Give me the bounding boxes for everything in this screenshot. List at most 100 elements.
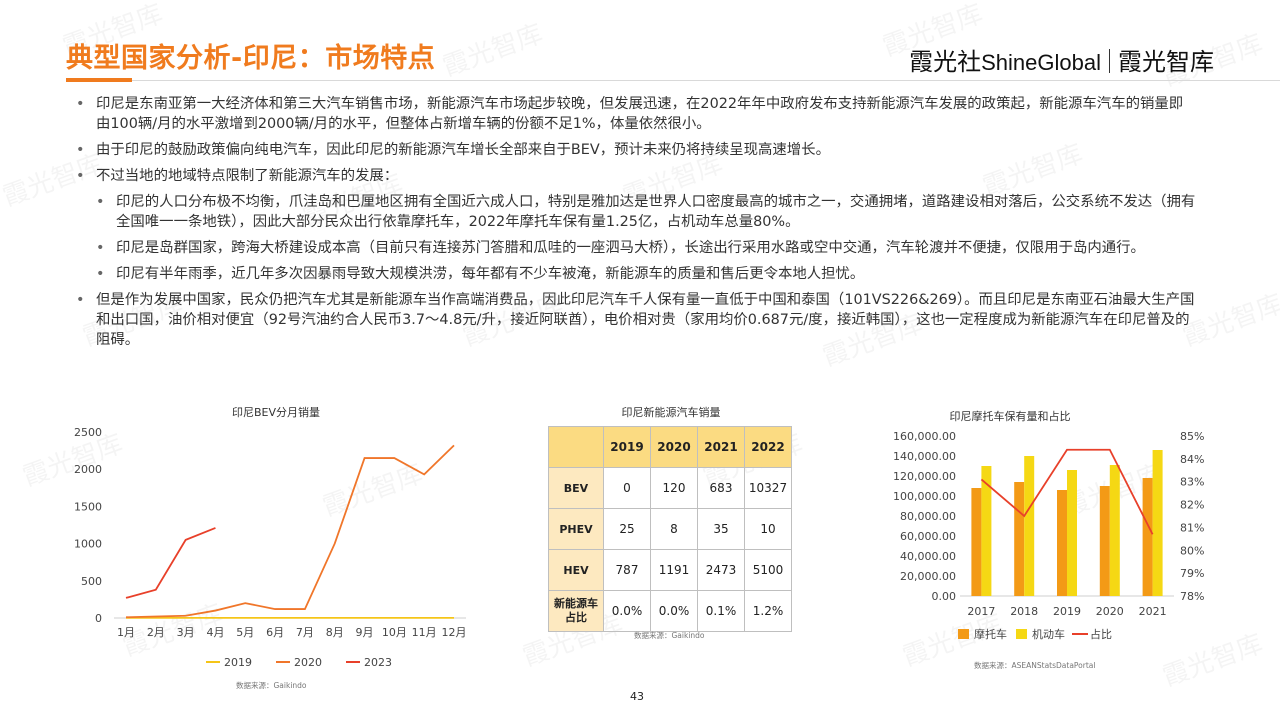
table-row-header: BEV <box>548 467 604 509</box>
bar-摩托车 <box>1099 486 1110 596</box>
legend-swatch <box>1016 629 1027 639</box>
page-title: 典型国家分析-印尼：市场特点 <box>66 43 436 74</box>
x-tick-label: 2018 <box>1010 605 1038 618</box>
bar-摩托车 <box>1014 482 1025 596</box>
nev-sales-table: 2019 2020 2021 2022 BEV 0 120 683 10327 PHEV 25 8 35… <box>548 426 792 632</box>
x-tick-label: 7月 <box>296 626 314 639</box>
table-cell: 25 <box>603 508 651 550</box>
nev-sales-table-block: 印尼新能源汽车销量 2019 2020 2021 2022 BEV 0 120 683 1032… <box>548 400 798 650</box>
y2-tick-label: 78% <box>1180 590 1204 603</box>
legend-label: 机动车 <box>1032 627 1065 641</box>
y-tick-label: 0.00 <box>932 590 957 603</box>
chart-title: 印尼摩托车保有量和占比 <box>949 410 1071 423</box>
table-cell: 0 <box>603 467 651 509</box>
table-row-header: HEV <box>548 549 604 591</box>
x-tick-label: 1月 <box>117 626 135 639</box>
chart-source: 数据来源：Gaikindo <box>236 681 307 690</box>
brand-cn: 霞光社 <box>909 48 982 76</box>
bar-机动车 <box>981 466 992 596</box>
y-tick-label: 80,000.00 <box>900 510 956 523</box>
y-tick-label: 40,000.00 <box>900 550 956 563</box>
bullet-2: 由于印尼的鼓励政策偏向纯电汽车，因此印尼的新能源汽车增长全部来自于BEV，预计未… <box>76 140 1196 160</box>
motorcycle-chart: 印尼摩托车保有量和占比 0.00 20,000.00 40,000.00 60,000… <box>860 400 1220 680</box>
table-row: BEV 0 120 683 10327 <box>548 467 792 509</box>
y-tick-label: 1000 <box>74 538 102 551</box>
bar-摩托车 <box>971 488 982 596</box>
table-cell: 35 <box>697 508 745 550</box>
y-tick-label: 2500 <box>74 426 102 439</box>
table-column-header: 2019 <box>603 426 651 468</box>
bar-机动车 <box>1152 450 1163 596</box>
table-header-row: 2019 2020 2021 2022 <box>548 426 792 468</box>
x-tick-label: 12月 <box>442 626 467 639</box>
bar-机动车 <box>1024 456 1035 596</box>
table-corner-cell <box>548 426 604 468</box>
x-tick-label: 2019 <box>1053 605 1081 618</box>
x-tick-label: 6月 <box>266 626 284 639</box>
bar-机动车 <box>1109 465 1120 596</box>
bullet-1: 印尼是东南亚第一大经济体和第三大汽车销售市场，新能源汽车市场起步较晚，但发展迅速… <box>76 94 1196 134</box>
table-source: 数据来源：Gaikindo <box>634 631 705 640</box>
x-tick-label: 8月 <box>326 626 344 639</box>
table-cell: 787 <box>603 549 651 591</box>
legend-label: 摩托车 <box>974 627 1007 641</box>
table-row-header: PHEV <box>548 508 604 550</box>
y2-tick-label: 83% <box>1180 476 1204 489</box>
table-row: PHEV 25 8 35 10 <box>548 508 792 550</box>
y-tick-label: 2000 <box>74 463 102 476</box>
bev-monthly-chart: 印尼BEV分月销量 0 500 1000 1500 2000 2500 1月 2月 3月 4月 5月… <box>66 400 486 700</box>
table-cell: 120 <box>650 467 698 509</box>
x-tick-label: 2021 <box>1139 605 1167 618</box>
x-tick-label: 2020 <box>1096 605 1124 618</box>
table-cell: 0.0% <box>650 590 698 632</box>
legend-swatch <box>958 629 969 639</box>
chart-title: 印尼BEV分月销量 <box>231 406 321 419</box>
chart-source: 数据来源：ASEANStatsDataPortal <box>974 661 1096 670</box>
table-cell: 10 <box>744 508 792 550</box>
table-column-header: 2021 <box>697 426 745 468</box>
y2-tick-label: 84% <box>1180 453 1204 466</box>
table-cell: 5100 <box>744 549 792 591</box>
bar-机动车 <box>1067 470 1077 596</box>
table-row: 新能源车占比 0.0% 0.0% 0.1% 1.2% <box>548 590 792 632</box>
bullet-4: 但是作为发展中国家，民众仍把汽车尤其是新能源车当作高端消费品，因此印尼汽车千人保… <box>76 290 1196 350</box>
bar-摩托车 <box>1142 478 1153 596</box>
sub-bullet-1: 印尼的人口分布极不均衡，爪洼岛和巴厘地区拥有全国近六成人口，特别是雅加达是世界人… <box>96 192 1196 232</box>
series-line-2020 <box>125 444 455 619</box>
brand-right: 霞光智库 <box>1118 48 1214 76</box>
bullet-3: 不过当地的地域特点限制了新能源汽车的发展： <box>76 166 1196 186</box>
y-tick-label: 20,000.00 <box>900 570 956 583</box>
table-column-header: 2022 <box>744 426 792 468</box>
x-tick-label: 3月 <box>177 626 195 639</box>
x-tick-label: 2月 <box>147 626 165 639</box>
table-cell: 1.2% <box>744 590 792 632</box>
table-cell: 683 <box>697 467 745 509</box>
watermark-text: 霞光智库 <box>437 13 547 83</box>
table-cell: 0.0% <box>603 590 651 632</box>
table-cell: 1191 <box>650 549 698 591</box>
x-tick-label: 11月 <box>412 626 437 639</box>
x-tick-label: 9月 <box>356 626 374 639</box>
x-tick-label: 10月 <box>382 626 407 639</box>
table-title: 印尼新能源汽车销量 <box>621 406 721 419</box>
y-tick-label: 60,000.00 <box>900 530 956 543</box>
legend-label: 占比 <box>1090 627 1112 641</box>
y2-tick-label: 82% <box>1180 499 1204 512</box>
y-tick-label: 120,000.00 <box>893 470 956 483</box>
bev-line-chart: 0 500 1000 1500 2000 2500 1月 2月 3月 4月 5月 6月 7月 8月 9月 10… <box>74 426 467 669</box>
legend-label: 2019 <box>224 656 252 669</box>
table-row: HEV 787 1191 2473 5100 <box>548 549 792 591</box>
table-cell: 2473 <box>697 549 745 591</box>
brand-en: ShineGlobal <box>981 50 1101 75</box>
x-tick-label: 2017 <box>967 605 995 618</box>
series-line-2023 <box>125 527 216 599</box>
y-tick-label: 140,000.00 <box>893 450 956 463</box>
brand-separator <box>1109 49 1110 73</box>
motorcycle-combo-chart: 0.00 20,000.00 40,000.00 60,000.00 80,000.00… <box>893 430 1204 641</box>
y-tick-label: 1500 <box>74 500 102 513</box>
x-tick-label: 5月 <box>236 626 254 639</box>
legend-label: 2023 <box>364 656 392 669</box>
y-tick-label: 100,000.00 <box>893 490 956 503</box>
table-row-header: 新能源车占比 <box>548 590 604 632</box>
y2-tick-label: 80% <box>1180 544 1204 557</box>
